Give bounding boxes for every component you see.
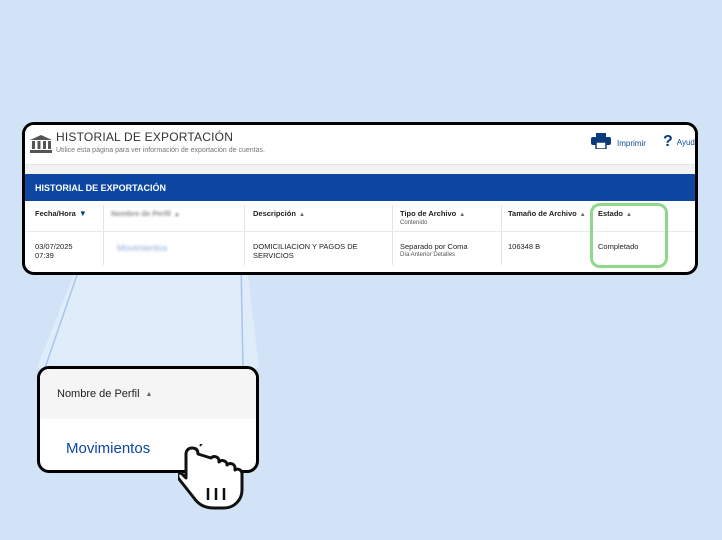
printer-icon bbox=[591, 133, 611, 154]
column-file-type-label: Tipo de Archivo bbox=[400, 209, 457, 218]
column-content-label: Contenido bbox=[400, 220, 428, 226]
section-title: HISTORIAL DE EXPORTACIÓN bbox=[35, 182, 167, 193]
cell-description: DOMICILIACION Y PAGOS DE SERVICIOS bbox=[253, 242, 358, 260]
column-date-label: Fecha/Hora bbox=[35, 209, 76, 218]
bank-icon bbox=[30, 135, 52, 158]
help-button[interactable]: ? Ayuda bbox=[663, 133, 698, 151]
header-spacer bbox=[25, 165, 695, 174]
page-title: HISTORIAL DE EXPORTACIÓN bbox=[56, 130, 234, 144]
sort-desc-icon: ▼ bbox=[78, 209, 87, 218]
status-highlight bbox=[590, 203, 668, 268]
help-label: Ayuda bbox=[676, 137, 698, 147]
row-time: 07:39 bbox=[35, 251, 54, 260]
sort-asc-icon: ▲ bbox=[579, 212, 586, 218]
sort-asc-icon: ▲ bbox=[298, 212, 305, 218]
row-file-type: Separado por Coma bbox=[400, 242, 468, 251]
print-label: Imprimir bbox=[617, 139, 646, 148]
column-profile[interactable]: Nombre de Perfil ▲ bbox=[111, 209, 180, 218]
column-date[interactable]: Fecha/Hora ▼ bbox=[35, 209, 87, 218]
cell-profile-link[interactable]: Movimientos bbox=[117, 244, 168, 253]
column-description-label: Descripción bbox=[253, 209, 296, 218]
cell-file-type: Separado por Coma Día Anterior Detalles bbox=[400, 242, 468, 260]
pointer-hand-icon bbox=[176, 439, 248, 515]
row-content: Día Anterior Detalles bbox=[400, 252, 456, 258]
page-subtitle: Utilice esta página para ver información… bbox=[56, 147, 265, 154]
sort-asc-icon: ▲ bbox=[459, 212, 466, 218]
sort-asc-icon: ▲ bbox=[174, 212, 180, 218]
column-profile-label: Nombre de Perfil bbox=[111, 209, 172, 218]
zoom-column-header[interactable]: Nombre de Perfil ▲ bbox=[40, 369, 256, 419]
page-header: HISTORIAL DE EXPORTACIÓN Utilice esta pá… bbox=[25, 125, 695, 165]
print-button[interactable]: Imprimir bbox=[591, 133, 646, 154]
profile-link[interactable]: Movimientos bbox=[66, 440, 150, 457]
section-bar: HISTORIAL DE EXPORTACIÓN bbox=[25, 174, 695, 201]
column-file-size-label: Tamaño de Archivo bbox=[508, 209, 577, 218]
zoom-header-label: Nombre de Perfil bbox=[57, 388, 140, 400]
cell-date: 03/07/2025 07:39 bbox=[35, 242, 73, 260]
column-file-type[interactable]: Tipo de Archivo ▲ Contenido bbox=[400, 209, 465, 226]
column-file-size[interactable]: Tamaño de Archivo ▲ bbox=[508, 209, 586, 218]
column-description[interactable]: Descripción ▲ bbox=[253, 209, 305, 218]
help-icon: ? bbox=[663, 133, 673, 150]
sort-asc-icon: ▲ bbox=[145, 390, 153, 398]
row-date: 03/07/2025 bbox=[35, 242, 73, 251]
cell-file-size: 106348 B bbox=[508, 242, 541, 251]
